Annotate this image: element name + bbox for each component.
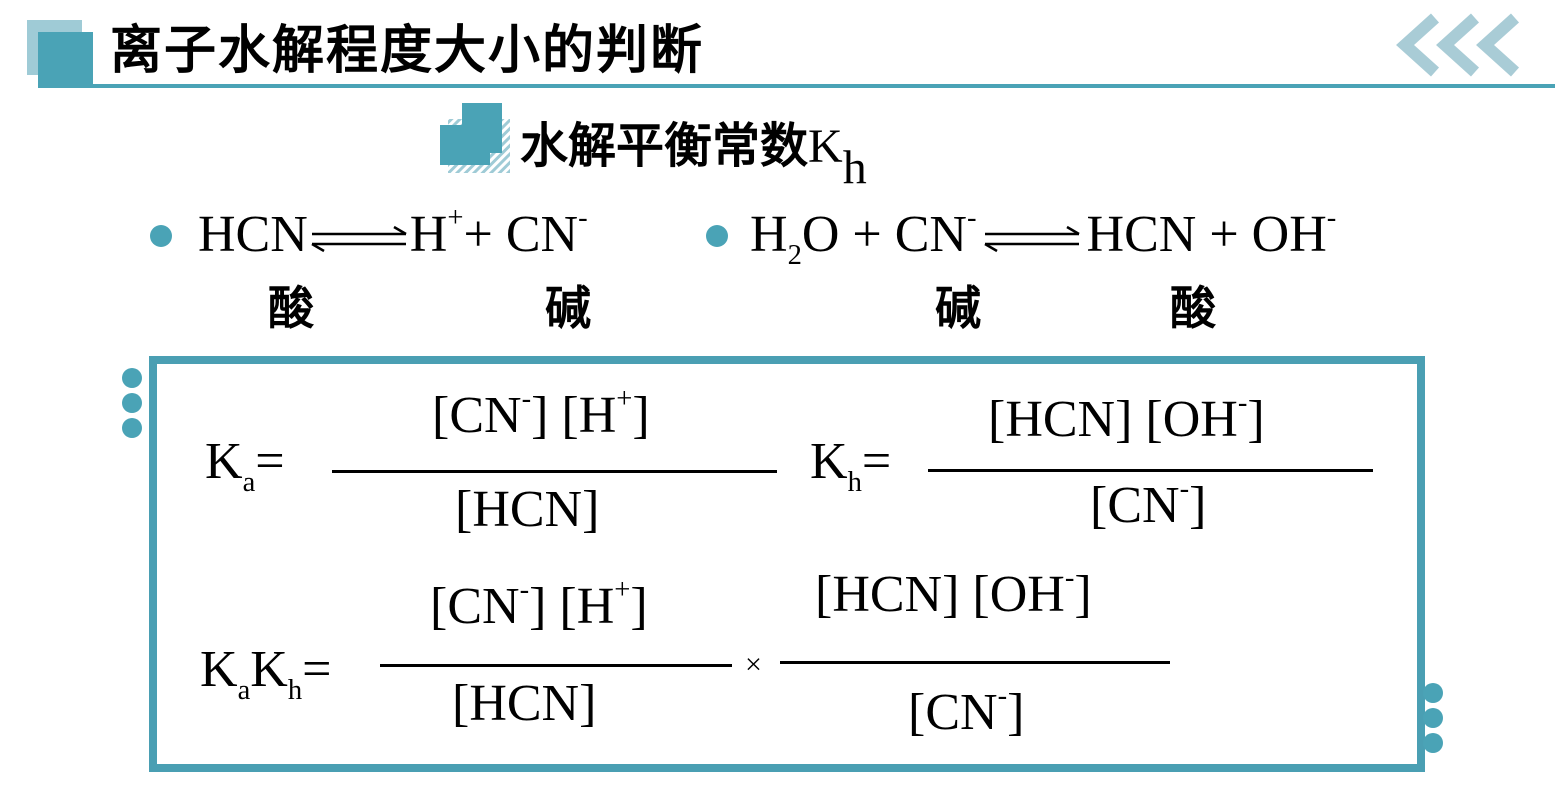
- kh-symbol: K: [810, 433, 848, 490]
- ka-label: Ka=: [205, 432, 285, 497]
- kakh-k1: K: [200, 641, 238, 698]
- kh-den-close: ]: [1189, 477, 1207, 534]
- ka-equals: =: [255, 433, 285, 490]
- kakh-k2: K: [250, 641, 288, 698]
- reaction1-label-acid: 酸: [268, 281, 314, 335]
- page-title: 离子水解程度大小的判断: [110, 21, 705, 81]
- frame-dot-tl-1: [122, 368, 142, 388]
- kh-label: Kh=: [810, 432, 892, 497]
- ka-num-close: ]: [632, 387, 650, 444]
- reaction2-plus2: +: [1209, 206, 1239, 263]
- header-square-dark: [38, 32, 93, 87]
- ka-denominator: [HCN]: [455, 481, 600, 538]
- reaction2-label-base: 碱: [935, 281, 981, 335]
- reaction1-h: H: [409, 206, 448, 263]
- p1-num-h: ] [H: [529, 578, 615, 635]
- p1-num-cn: [CN: [430, 578, 520, 635]
- kh-den-charge: -: [1179, 473, 1190, 505]
- reaction2-oh-charge: -: [1326, 202, 1337, 234]
- section-subtitle: 水解平衡常数Kh: [520, 106, 867, 192]
- reaction2-h-sub: 2: [787, 239, 802, 271]
- reaction2-plus1: +: [852, 206, 882, 263]
- kh-num-hcn: [HCN] [OH: [988, 391, 1238, 448]
- p2-den-open: [CN: [908, 684, 998, 741]
- header-rule: [38, 84, 1555, 88]
- ka-subscript: a: [242, 466, 256, 498]
- kh-denominator: [CN-]: [1090, 473, 1207, 535]
- kakh-p1-numerator: [CN-] [H+]: [430, 574, 648, 636]
- section-marker-icon: [440, 103, 510, 173]
- equilibrium-arrow-icon: [311, 225, 407, 253]
- p2-den-charge: -: [997, 680, 1008, 712]
- reaction-1: HCN H++ CN-: [198, 202, 588, 264]
- kakh-p1-fraction-bar: [380, 664, 732, 667]
- reaction2-oh: OH: [1251, 206, 1327, 263]
- reaction1-h-charge: +: [447, 202, 464, 234]
- reaction2-cn: CN: [894, 206, 967, 263]
- reaction2-h: H: [750, 206, 788, 263]
- ka-symbol: K: [205, 433, 243, 490]
- reaction2-label-acid: 酸: [1170, 281, 1216, 335]
- kakh-p2-numerator: [HCN] [OH-]: [815, 562, 1092, 624]
- reaction1-cn: CN: [505, 206, 579, 263]
- bullet-reaction-2: [706, 225, 728, 247]
- subtitle-text: 水解平衡常数: [520, 118, 809, 174]
- frame-dot-tl-3: [122, 418, 142, 438]
- frame-dot-br-1: [1423, 683, 1443, 703]
- kakh-p1-denominator: [HCN]: [452, 675, 597, 732]
- p2-num-charge: -: [1064, 562, 1075, 594]
- reaction2-cn-charge: -: [967, 202, 977, 234]
- equilibrium-arrow-icon: [983, 225, 1080, 253]
- kakh-sub1: a: [237, 674, 251, 706]
- p1-num-close: ]: [630, 578, 648, 635]
- p2-num-close: ]: [1074, 566, 1092, 623]
- subtitle-symbol: K: [808, 120, 843, 173]
- times-sign: ×: [745, 648, 762, 681]
- subtitle-subscript: h: [842, 141, 867, 195]
- chevrons-icon: [1396, 13, 1520, 77]
- kakh-equals: =: [302, 641, 332, 698]
- p1-num-h-charge: +: [614, 574, 631, 606]
- ka-numerator: [CN-] [H+]: [432, 383, 650, 445]
- ka-num-h-charge: +: [616, 383, 633, 415]
- p1-num-cn-charge: -: [519, 574, 530, 606]
- kakh-label: KaKh=: [200, 640, 332, 705]
- ka-num-cn: [CN: [432, 387, 522, 444]
- kh-num-close: ]: [1247, 391, 1265, 448]
- kh-subscript: h: [847, 466, 862, 498]
- kakh-p2-denominator: [CN-]: [908, 680, 1025, 742]
- ka-fraction-bar: [332, 470, 777, 473]
- kh-den-open: [CN: [1090, 477, 1180, 534]
- frame-dot-br-3: [1423, 733, 1443, 753]
- kakh-p2-fraction-bar: [780, 661, 1170, 664]
- kh-numerator: [HCN] [OH-]: [988, 387, 1265, 449]
- reaction-2: H2O + CN- HCN + OH-: [750, 202, 1337, 270]
- reaction2-hcn: HCN: [1086, 206, 1197, 263]
- ka-num-h: ] [H: [531, 387, 617, 444]
- frame-dot-br-2: [1423, 708, 1443, 728]
- reaction1-cn-charge: -: [578, 202, 588, 234]
- reaction1-reactant: HCN: [198, 206, 308, 263]
- p2-den-close: ]: [1007, 684, 1025, 741]
- p2-num-hcn: [HCN] [OH: [815, 566, 1065, 623]
- reaction1-label-base: 碱: [545, 281, 591, 335]
- frame-dot-tl-2: [122, 393, 142, 413]
- kh-num-charge: -: [1237, 387, 1248, 419]
- bullet-reaction-1: [150, 225, 172, 247]
- reaction1-plus: +: [463, 206, 493, 263]
- ka-num-cn-charge: -: [521, 383, 532, 415]
- reaction2-o: O: [801, 206, 840, 263]
- kh-fraction-bar: [928, 469, 1373, 472]
- kh-equals: =: [861, 433, 892, 490]
- kakh-sub2: h: [287, 674, 303, 706]
